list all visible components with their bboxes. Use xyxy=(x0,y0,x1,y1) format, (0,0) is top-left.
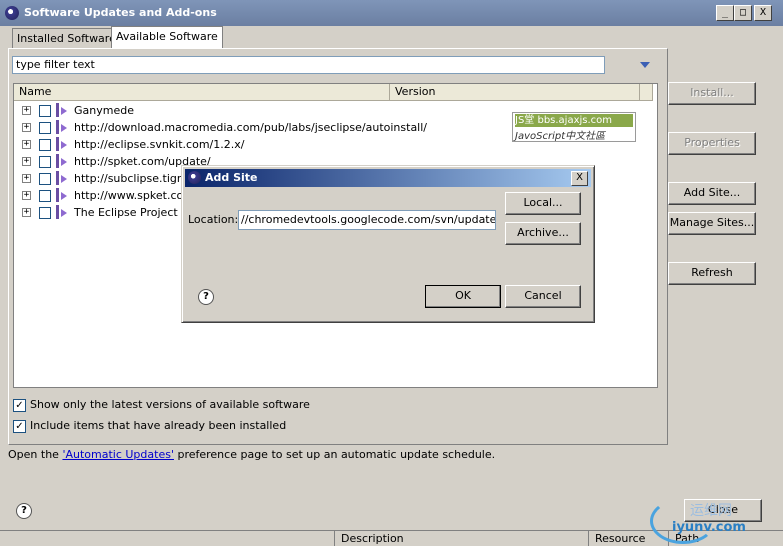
watermark-url-text: iyunv.com xyxy=(672,520,746,535)
row-checkbox[interactable] xyxy=(39,139,51,151)
update-site-icon xyxy=(56,154,71,168)
row-checkbox[interactable] xyxy=(39,190,51,202)
update-site-icon xyxy=(56,171,71,185)
row-checkbox[interactable] xyxy=(39,105,51,117)
row-label: Ganymede xyxy=(74,104,134,117)
tab-installed-software[interactable]: Installed Software xyxy=(12,28,121,49)
automatic-updates-text: Open the 'Automatic Updates' preference … xyxy=(8,448,495,461)
expand-icon[interactable]: + xyxy=(22,157,31,166)
expand-icon[interactable]: + xyxy=(22,106,31,115)
row-checkbox[interactable] xyxy=(39,156,51,168)
local-button[interactable]: Local... xyxy=(505,192,581,215)
footer-prefix: Open the xyxy=(8,448,63,461)
update-site-icon xyxy=(56,188,71,202)
archive-button[interactable]: Archive... xyxy=(505,222,581,245)
js-watermark: JS堂 bbs.ajaxjs.com JavoScript中文社區 xyxy=(512,112,636,142)
resource-header[interactable]: Resource xyxy=(588,531,645,546)
title-bar[interactable]: Software Updates and Add-ons _ □ X xyxy=(0,0,783,26)
update-site-icon xyxy=(56,205,71,219)
manage-sites-button[interactable]: Manage Sites... xyxy=(668,212,756,235)
column-header-version[interactable]: Version xyxy=(390,84,640,101)
automatic-updates-link[interactable]: 'Automatic Updates' xyxy=(62,448,174,461)
cancel-button[interactable]: Cancel xyxy=(505,285,581,308)
minimize-button[interactable]: _ xyxy=(716,5,734,21)
row-label: http://www.spket.com xyxy=(74,189,194,202)
row-checkbox[interactable] xyxy=(39,207,51,219)
tab-available-software[interactable]: Available Software xyxy=(111,26,223,49)
row-checkbox[interactable] xyxy=(39,173,51,185)
dialog-close-button[interactable]: X xyxy=(571,171,588,186)
include-installed-checkbox[interactable]: ✓ xyxy=(13,420,26,433)
eclipse-icon xyxy=(5,6,19,20)
filter-input[interactable]: type filter text xyxy=(12,56,605,74)
watermark-bottom-text: JavoScript中文社區 xyxy=(515,131,606,142)
iyunv-watermark: 运维网 iyunv.com xyxy=(650,498,780,544)
latest-only-label: Show only the latest versions of availab… xyxy=(30,398,310,411)
close-window-button[interactable]: X xyxy=(754,5,772,21)
update-site-icon xyxy=(56,137,71,151)
help-icon[interactable]: ? xyxy=(198,289,214,305)
expand-icon[interactable]: + xyxy=(22,174,31,183)
add-site-dialog[interactable]: Add Site X Location: //chromedevtools.go… xyxy=(181,165,595,323)
view-menu-icon[interactable] xyxy=(640,62,650,68)
help-icon[interactable]: ? xyxy=(16,503,32,519)
location-label: Location: xyxy=(188,213,239,226)
footer-suffix: preference page to set up an automatic u… xyxy=(173,448,496,461)
eclipse-icon xyxy=(188,171,201,184)
window-title: Software Updates and Add-ons xyxy=(24,6,217,19)
expand-icon[interactable]: + xyxy=(22,191,31,200)
dialog-title: Add Site xyxy=(205,171,258,184)
expand-icon[interactable]: + xyxy=(22,208,31,217)
watermark-top-text: JS堂 bbs.ajaxjs.com xyxy=(515,114,633,127)
expand-icon[interactable]: + xyxy=(22,123,31,132)
row-label: http://download.macromedia.com/pub/labs/… xyxy=(74,121,428,134)
latest-only-checkbox[interactable]: ✓ xyxy=(13,399,26,412)
update-site-icon xyxy=(56,120,71,134)
install-button[interactable]: Install... xyxy=(668,82,756,105)
description-header[interactable]: Description xyxy=(334,531,404,546)
row-label: http://eclipse.svnkit.com/1.2.x/ xyxy=(74,138,245,151)
refresh-button[interactable]: Refresh xyxy=(668,262,756,285)
update-site-icon xyxy=(56,103,71,117)
include-installed-label: Include items that have already been ins… xyxy=(30,419,287,432)
add-site-button[interactable]: Add Site... xyxy=(668,182,756,205)
column-header-name[interactable]: Name xyxy=(14,84,390,101)
expand-icon[interactable]: + xyxy=(22,140,31,149)
watermark-cn-text: 运维网 xyxy=(690,503,732,519)
dialog-title-bar[interactable]: Add Site X xyxy=(185,169,591,187)
properties-button[interactable]: Properties xyxy=(668,132,756,155)
row-checkbox[interactable] xyxy=(39,122,51,134)
maximize-button[interactable]: □ xyxy=(734,5,752,21)
column-header-filler xyxy=(640,84,653,101)
location-input[interactable]: //chromedevtools.googlecode.com/svn/upda… xyxy=(238,210,496,230)
ok-button[interactable]: OK xyxy=(425,285,501,308)
